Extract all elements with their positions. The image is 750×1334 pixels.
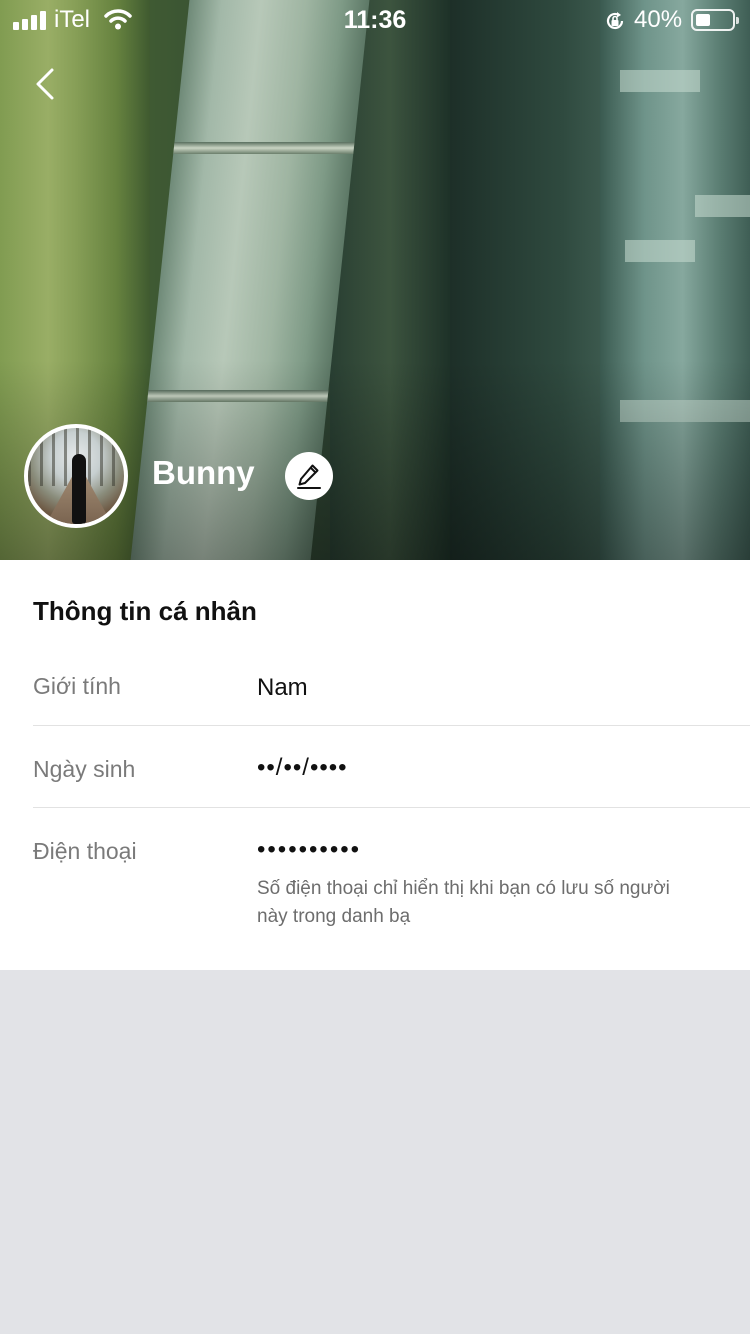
birthday-value: ••/••/•••• [257,754,348,781]
section-title: Thông tin cá nhân [33,596,257,626]
orientation-lock-icon [606,12,624,30]
phone-label: Điện thoại [33,838,137,864]
profile-name: Bunny [152,454,255,491]
chevron-left-icon [36,68,54,100]
phone-value: •••••••••• [257,836,362,863]
battery-icon [691,9,739,31]
back-button[interactable] [28,62,68,106]
battery-percent: 40% [634,6,683,33]
personal-info-card: Thông tin cá nhân Giới tính Nam Ngày sin… [0,560,750,970]
phone-row: Điện thoại •••••••••• Số điện thoại chỉ … [33,808,750,970]
birthday-label: Ngày sinh [33,756,136,782]
gender-row: Giới tính Nam [33,644,750,726]
gender-label: Giới tính [33,673,121,699]
gender-value: Nam [257,674,308,701]
avatar[interactable] [24,424,128,528]
pencil-icon [297,464,321,489]
phone-visibility-note: Số điện thoại chỉ hiển thị khi bạn có lư… [257,878,670,927]
birthday-row: Ngày sinh ••/••/•••• [33,726,750,808]
status-bar: iTel 11:36 40% [0,0,750,40]
edit-name-button[interactable] [285,452,333,500]
